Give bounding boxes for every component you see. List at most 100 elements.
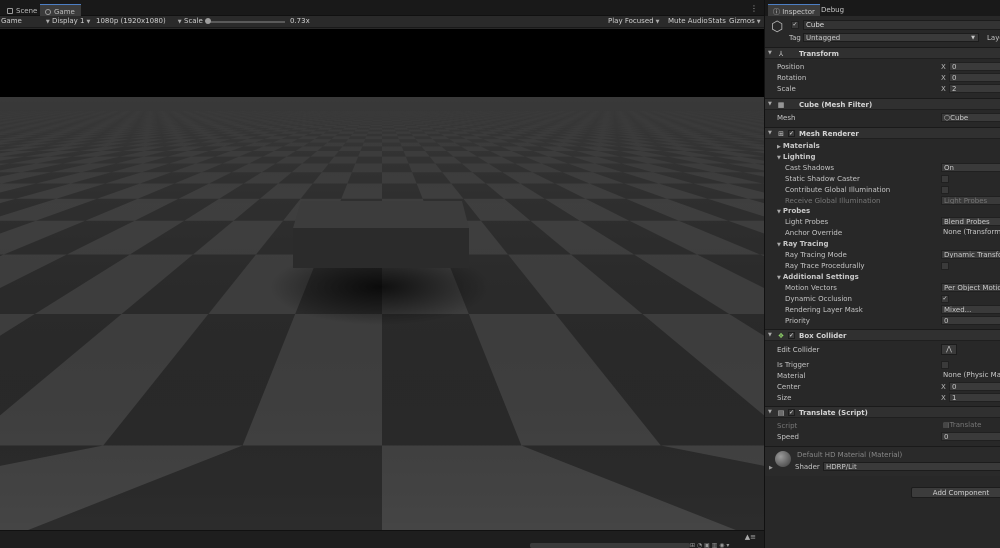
edit-collider-label: Edit Collider <box>777 346 820 354</box>
layer-mask-label: Rendering Layer Mask <box>785 306 863 314</box>
tab-game[interactable]: Game <box>40 4 81 16</box>
translate-enabled-checkbox[interactable]: ✓ <box>788 409 795 416</box>
is-trigger-checkbox[interactable] <box>941 361 949 369</box>
chevron-down-icon: ▼ <box>45 19 50 25</box>
resolution-dropdown[interactable]: 1080p (1920x1080) ▼ <box>96 17 182 25</box>
add-component-button[interactable]: Add Component <box>911 487 1000 498</box>
play-focused-dropdown[interactable]: Play Focused ▼ <box>608 17 659 25</box>
shader-dropdown[interactable]: HDRP/Lit <box>823 462 1000 471</box>
dynamic-occlusion-label: Dynamic Occlusion <box>785 295 852 303</box>
foldout-arrow-icon: ▼ <box>768 409 772 415</box>
size-x-field[interactable]: 1 <box>949 393 1000 402</box>
scale-slider-handle[interactable] <box>205 18 211 24</box>
ray-tracing-foldout[interactable]: ▼ Ray Tracing <box>777 240 828 248</box>
object-name-field[interactable]: Cube <box>803 20 1000 30</box>
cast-shadows-dropdown[interactable]: On <box>941 163 1000 172</box>
box-collider-enabled-checkbox[interactable]: ✓ <box>788 332 795 339</box>
foldout-arrow-icon[interactable]: ▶ <box>769 465 773 471</box>
script-field: ▤Translate <box>941 421 1000 430</box>
display-label: Display 1 <box>52 17 85 25</box>
rotation-x-field[interactable]: 0 <box>949 73 1000 82</box>
chevron-down-icon: ▼ <box>86 19 91 25</box>
game-viewport[interactable] <box>0 29 764 530</box>
scale-value: 0.73x <box>290 17 310 25</box>
priority-row: Priority 0 <box>765 316 1000 327</box>
mesh-renderer-header[interactable]: ▼ ⊞ ✓ Mesh Renderer <box>765 127 1000 139</box>
scene-icon <box>7 8 13 14</box>
edit-collider-button[interactable]: ⋀ <box>941 344 957 355</box>
mesh-renderer-enabled-checkbox[interactable]: ✓ <box>788 130 795 137</box>
mesh-renderer-icon: ⊞ <box>778 130 784 138</box>
lock-icon[interactable]: ▲≡ <box>745 533 756 541</box>
motion-vectors-dropdown[interactable]: Per Object Motion <box>941 283 1000 292</box>
priority-field[interactable]: 0 <box>941 316 1000 325</box>
view-mode-dropdown[interactable]: Game ▼ <box>1 17 50 25</box>
horizontal-scrollbar[interactable] <box>530 543 690 548</box>
transform-axes-icon: ⅄ <box>778 50 784 58</box>
foldout-arrow-icon: ▼ <box>777 209 781 215</box>
additional-settings-foldout[interactable]: ▼ Additional Settings <box>777 273 859 281</box>
gizmos-dropdown[interactable]: Gizmos ▼ <box>729 17 761 25</box>
tag-value: Untagged <box>806 34 841 42</box>
motion-vectors-row: Motion Vectors Per Object Motion <box>765 283 1000 294</box>
anchor-override-label: Anchor Override <box>785 229 843 237</box>
box-collider-header[interactable]: ▼ ❖ ✓ Box Collider <box>765 329 1000 341</box>
is-trigger-label: Is Trigger <box>777 361 810 369</box>
lighting-label: Lighting <box>782 153 816 161</box>
scale-x-field[interactable]: 2 <box>949 84 1000 93</box>
rt-procedural-checkbox[interactable] <box>941 262 949 270</box>
materials-foldout[interactable]: ▶ Materials <box>777 142 820 150</box>
mesh-filter-title: Cube (Mesh Filter) <box>799 101 873 109</box>
lighting-foldout[interactable]: ▼ Lighting <box>777 153 815 161</box>
shader-label: Shader <box>795 463 820 471</box>
x-axis-label: X <box>941 74 946 82</box>
scale-label: Scale <box>184 17 203 25</box>
scale-label: Scale <box>777 85 796 93</box>
box-collider-icon: ❖ <box>777 332 785 340</box>
script-label: Script <box>777 422 798 430</box>
left-tab-bar: Scene Game ⋮ <box>0 0 764 16</box>
anchor-override-field[interactable]: None (Transform) <box>941 228 1000 237</box>
object-active-checkbox[interactable]: ✓ <box>791 21 799 29</box>
probes-foldout[interactable]: ▼ Probes <box>777 207 810 215</box>
tag-dropdown[interactable]: Untagged ▼ <box>803 33 979 42</box>
dynamic-occlusion-checkbox[interactable]: ✓ <box>941 295 949 303</box>
mesh-filter-header[interactable]: ▼ ▦ Cube (Mesh Filter) <box>765 98 1000 110</box>
rotation-row: Rotation X 0 <box>765 73 1000 84</box>
tab-inspector[interactable]: ⓘ Inspector <box>768 4 820 16</box>
box-collider-title: Box Collider <box>799 332 847 340</box>
stats-toggle[interactable]: Stats <box>708 17 726 25</box>
translate-script-header[interactable]: ▼ ▤ ✓ Translate (Script) <box>765 406 1000 418</box>
edit-bounds-icon: ⋀ <box>946 345 952 353</box>
rt-procedural-row: Ray Trace Procedurally <box>765 261 1000 272</box>
static-shadow-row: Static Shadow Caster <box>765 174 1000 185</box>
position-x-field[interactable]: 0 <box>949 62 1000 71</box>
static-shadow-checkbox[interactable] <box>941 175 949 183</box>
center-x-field[interactable]: 0 <box>949 382 1000 391</box>
layer-mask-dropdown[interactable]: Mixed... <box>941 305 1000 314</box>
center-row: Center X 0 <box>765 382 1000 393</box>
contribute-gi-checkbox[interactable] <box>941 186 949 194</box>
transform-header[interactable]: ▼ ⅄ Transform <box>765 47 1000 59</box>
translate-script-title: Translate (Script) <box>799 409 868 417</box>
scale-slider[interactable] <box>208 21 285 23</box>
game-controller-icon <box>45 8 51 15</box>
game-render <box>0 29 764 530</box>
toolbar-icons[interactable]: ⊞ ◔ ▣ ▥ ◉ ▾ <box>690 542 729 548</box>
cast-shadows-label: Cast Shadows <box>785 164 835 172</box>
x-axis-label: X <box>941 394 946 402</box>
physic-material-field[interactable]: None (Physic Material) <box>941 371 1000 380</box>
speed-field[interactable]: 0 <box>941 432 1000 441</box>
more-options-icon[interactable]: ⋮ <box>750 4 758 13</box>
script-file-icon: ▤ <box>943 421 950 429</box>
chevron-down-icon: ▼ <box>971 35 975 41</box>
mesh-field[interactable]: ⬡Cube <box>941 113 1000 122</box>
mute-audio-toggle[interactable]: Mute Audio <box>668 17 708 25</box>
tab-scene[interactable]: Scene <box>2 4 43 16</box>
receive-gi-dropdown: Light Probes <box>941 196 1000 205</box>
game-panel: Scene Game ⋮ Game ▼ Display 1 ▼ 1080p (192… <box>0 0 764 548</box>
light-probes-dropdown[interactable]: Blend Probes <box>941 217 1000 226</box>
display-dropdown[interactable]: Display 1 ▼ <box>52 17 90 25</box>
tab-debug[interactable]: Debug <box>816 4 849 16</box>
rt-mode-dropdown[interactable]: Dynamic Transform <box>941 250 1000 259</box>
